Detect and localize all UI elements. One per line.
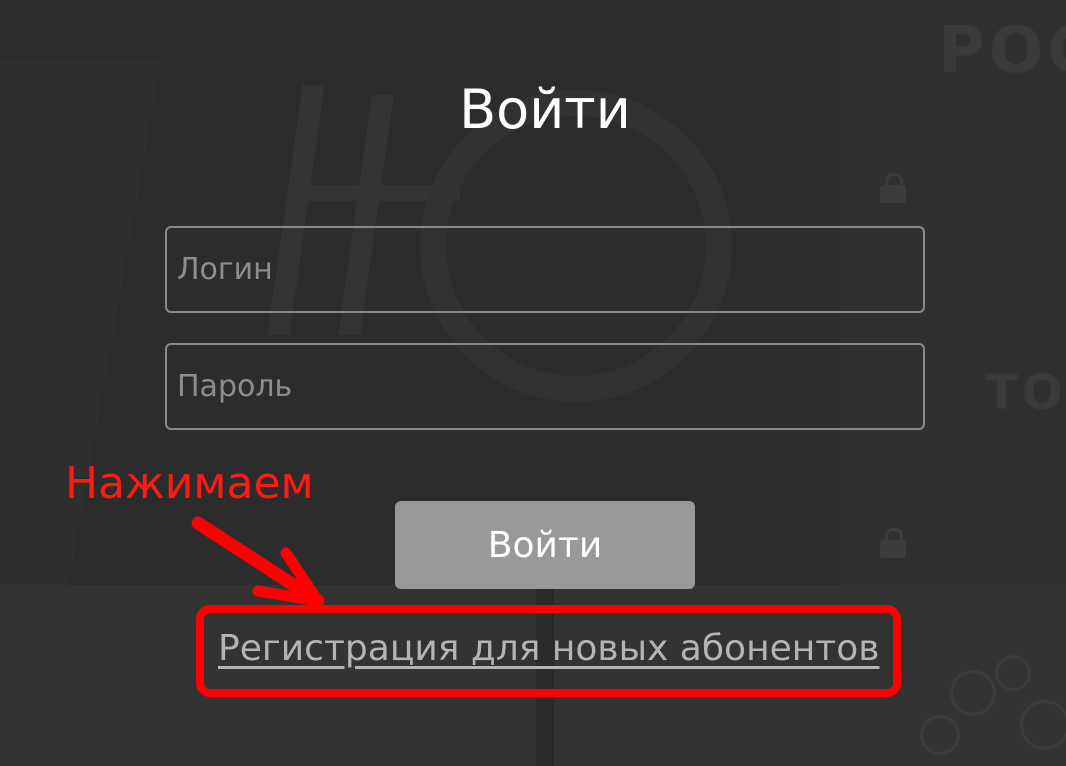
- background-text-middle: ТО: [985, 365, 1066, 421]
- page-title: Войти: [459, 78, 631, 141]
- background-ornament: [995, 655, 1031, 691]
- annotation-arrow-icon: [191, 516, 325, 608]
- annotation-label: Нажимаем: [65, 458, 314, 509]
- login-field[interactable]: [165, 226, 925, 313]
- lock-icon: [880, 528, 906, 558]
- background-text-top: РОС: [938, 14, 1066, 88]
- background-ornament: [1020, 700, 1066, 750]
- background-ornament: [950, 670, 996, 716]
- login-button[interactable]: Войти: [395, 501, 695, 589]
- annotation-highlight-box: [196, 605, 901, 697]
- background-ornament: [920, 715, 960, 755]
- lock-icon: [880, 173, 906, 203]
- password-field[interactable]: [165, 343, 925, 430]
